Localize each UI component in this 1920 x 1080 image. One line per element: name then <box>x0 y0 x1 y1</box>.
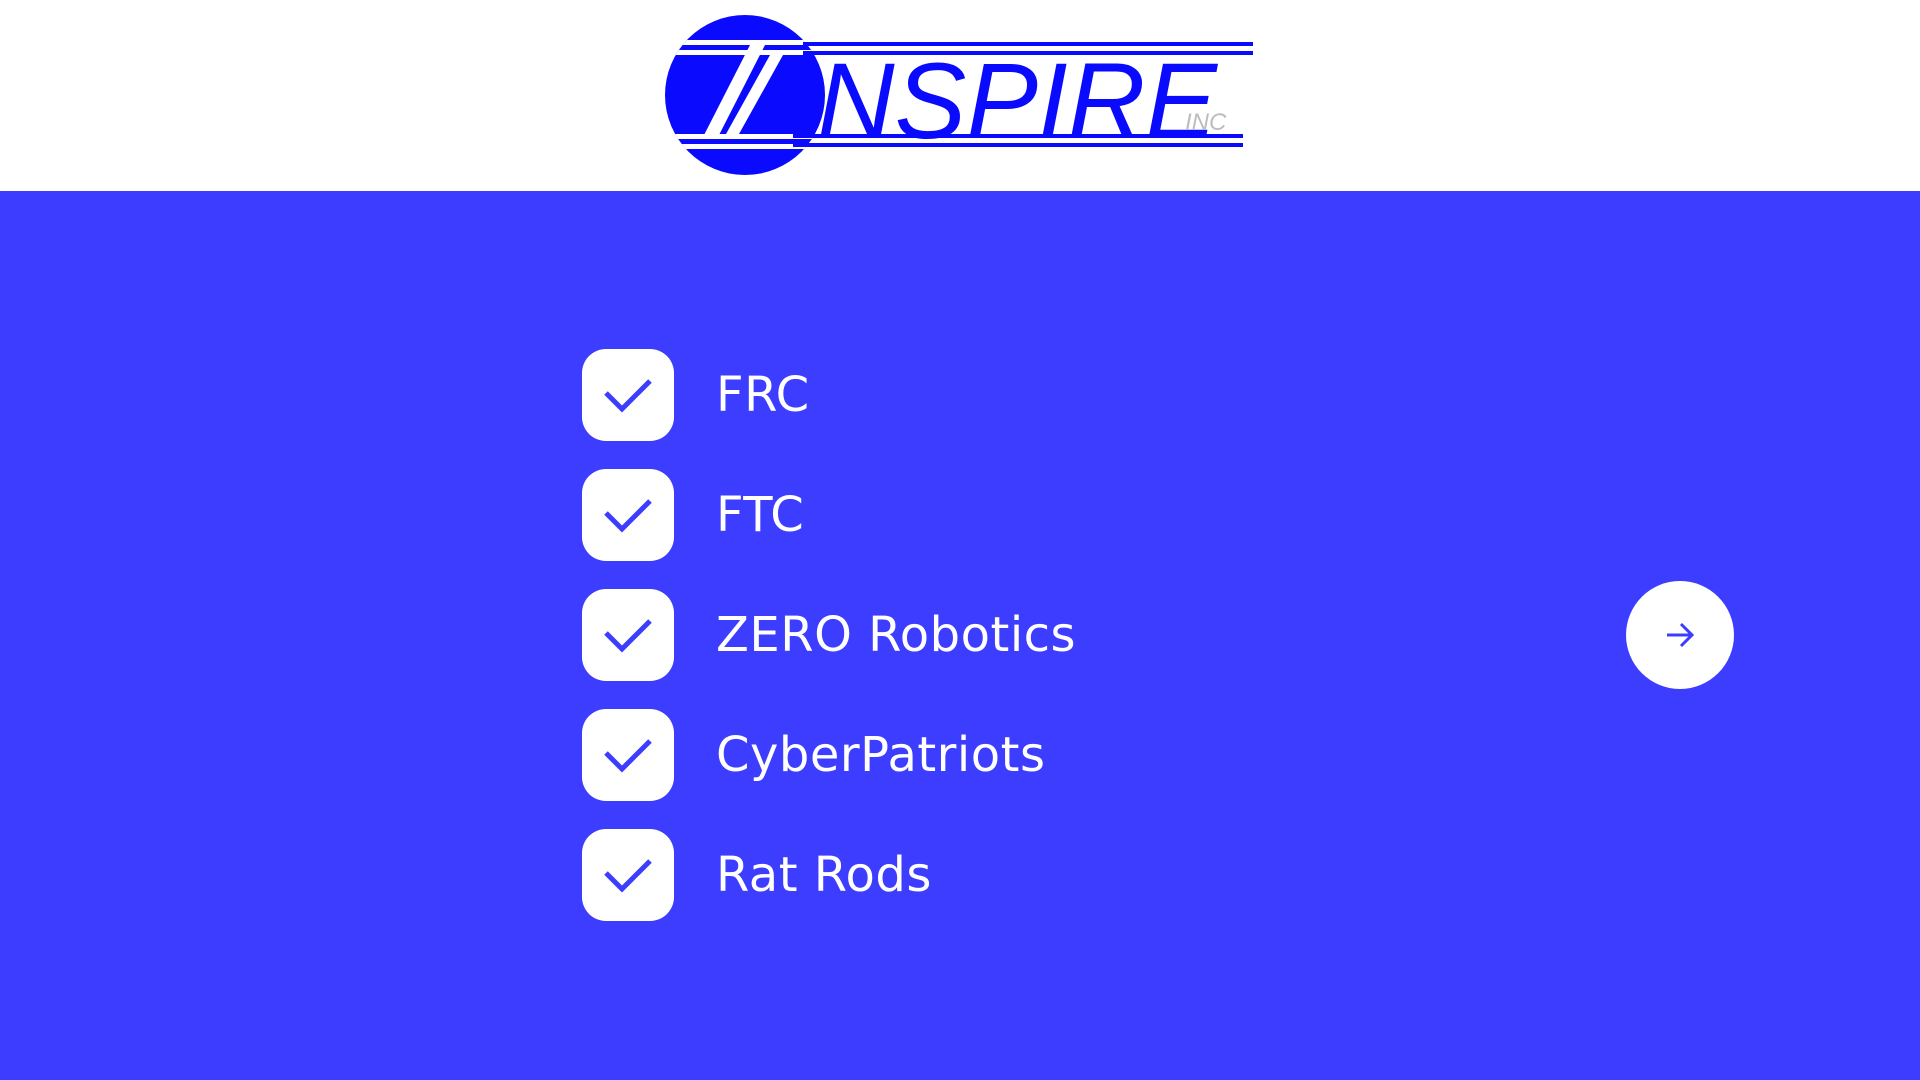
checkmark-icon <box>604 739 652 773</box>
checkbox[interactable] <box>582 469 674 561</box>
list-item: FRC <box>582 349 1076 441</box>
arrow-right-icon <box>1667 622 1695 648</box>
checkbox[interactable] <box>582 349 674 441</box>
list-item-label: ZERO Robotics <box>716 607 1077 663</box>
checkmark-icon <box>604 619 652 653</box>
list-item-label: FTC <box>716 487 805 543</box>
list-item: ZERO Robotics <box>582 589 1076 681</box>
main-panel: FRC FTC ZERO Robotics CyberPatriots Rat … <box>0 191 1920 1080</box>
list-item-label: CyberPatriots <box>716 727 1046 783</box>
logo-inc-text: INC <box>1185 109 1227 136</box>
logo-text: NSPIRE <box>817 40 1219 161</box>
next-button[interactable] <box>1626 581 1734 689</box>
checkmark-icon <box>604 379 652 413</box>
checkbox[interactable] <box>582 829 674 921</box>
checkmark-icon <box>604 859 652 893</box>
list-item: Rat Rods <box>582 829 1076 921</box>
inspire-logo-icon: NSPIRE INC <box>665 15 1253 175</box>
list-item-label: FRC <box>716 367 810 423</box>
list-item: FTC <box>582 469 1076 561</box>
checklist: FRC FTC ZERO Robotics CyberPatriots Rat … <box>582 349 1076 949</box>
checkbox[interactable] <box>582 709 674 801</box>
page: NSPIRE INC FRC FTC ZERO Robotics CyberPa… <box>0 0 1920 1080</box>
list-item-label: Rat Rods <box>716 847 932 903</box>
checkmark-icon <box>604 499 652 533</box>
checkbox[interactable] <box>582 589 674 681</box>
list-item: CyberPatriots <box>582 709 1076 801</box>
header: NSPIRE INC <box>0 0 1920 191</box>
